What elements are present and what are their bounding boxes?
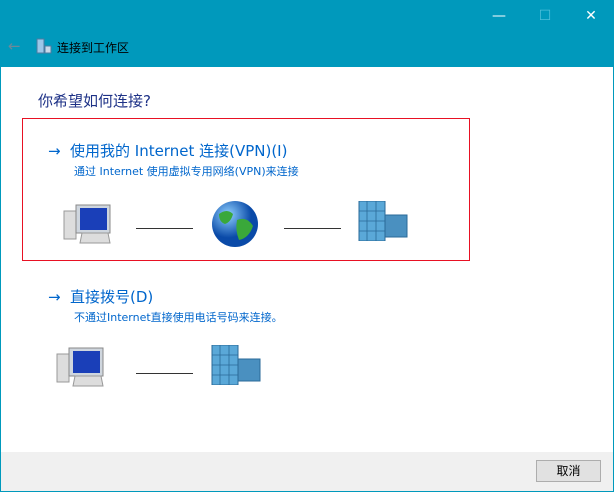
arrow-right-icon: →	[48, 142, 61, 160]
cancel-button[interactable]: 取消	[536, 460, 601, 482]
option-description: 不通过Internet直接使用电话号码来连接。	[74, 311, 283, 324]
globe-icon	[212, 201, 258, 247]
title-bar: — ☐ ✕ ← 连接到工作区	[0, 0, 614, 67]
page-heading: 你希望如何连接?	[38, 92, 151, 110]
maximize-button[interactable]: ☐	[522, 0, 568, 32]
back-button[interactable]: ←	[8, 37, 21, 55]
arrow-right-icon: →	[48, 288, 61, 306]
window-title: 连接到工作区	[57, 41, 130, 55]
building-icon	[211, 345, 261, 385]
connection-line	[136, 373, 193, 374]
minimize-button[interactable]: —	[476, 0, 522, 32]
option-description: 通过 Internet 使用虚拟专用网络(VPN)来连接	[74, 165, 299, 178]
computer-icon	[63, 204, 111, 244]
computer-icon	[56, 347, 104, 387]
footer	[1, 452, 613, 491]
option-title: 使用我的 Internet 连接(VPN)(I)	[70, 142, 288, 160]
connection-line	[284, 228, 341, 229]
workplace-icon	[36, 38, 52, 54]
option-vpn[interactable]: → 使用我的 Internet 连接(VPN)(I) 通过 Internet 使用…	[48, 140, 299, 179]
building-icon	[358, 201, 408, 241]
option-title: 直接拨号(D)	[70, 288, 154, 306]
connection-line	[136, 228, 193, 229]
close-button[interactable]: ✕	[568, 0, 614, 32]
option-dialup[interactable]: → 直接拨号(D) 不通过Internet直接使用电话号码来连接。	[48, 286, 283, 325]
